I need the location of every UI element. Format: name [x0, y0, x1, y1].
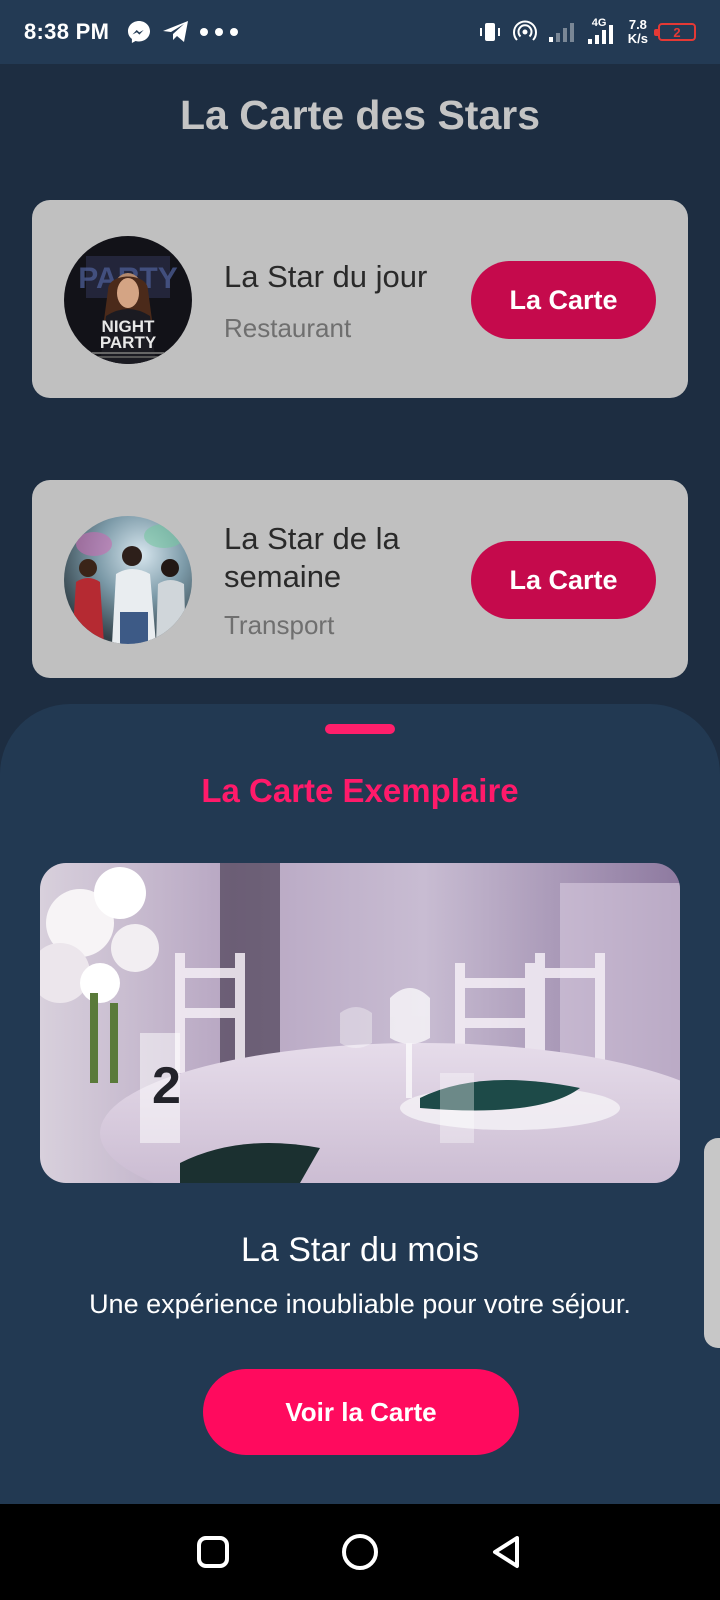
hotspot-icon [512, 20, 537, 41]
card-category: Restaurant [224, 313, 352, 343]
navigation-bar [0, 1504, 720, 1600]
dancing-crowd-avatar [64, 516, 192, 644]
net-speed-value: 7.8 [628, 17, 647, 32]
banquet-table-image: 2 [40, 863, 680, 1183]
feature-description: Une expérience inoubliable pour votre sé… [89, 1289, 631, 1319]
la-carte-button[interactable]: La Carte [471, 541, 656, 619]
home-icon[interactable] [336, 1528, 384, 1576]
signal-icon [548, 23, 574, 42]
bottom-sheet: La Carte Exemplaire 2 La Star du mois Un… [0, 704, 720, 1504]
status-bar: 8:38 PM 4G 7.8 K/s 2 [0, 0, 720, 64]
back-icon[interactable] [483, 1528, 531, 1576]
card-category: Transport [224, 610, 335, 640]
vibrate-icon [479, 23, 500, 41]
net-speed-unit: K/s [627, 31, 648, 46]
side-scroll-handle[interactable] [704, 1138, 720, 1348]
more-dots-icon [200, 28, 239, 36]
messenger-icon [128, 21, 151, 43]
recent-apps-icon[interactable] [189, 1528, 237, 1576]
network-speed: 7.8 K/s [628, 18, 648, 46]
card-title: La Star du jour [224, 259, 428, 294]
sheet-drag-handle[interactable] [325, 724, 395, 734]
feature-name: La Star du mois [240, 1231, 480, 1269]
star-card-week[interactable]: La Star de la semaine Transport La Carte [32, 480, 688, 678]
night-party-avatar: PARTY NIGHT PARTY [64, 236, 192, 364]
la-carte-button[interactable]: La Carte [471, 261, 656, 339]
star-card-day[interactable]: PARTY NIGHT PARTY La Star du jour Restau… [32, 200, 688, 398]
battery-icon: 2 [654, 23, 696, 41]
page-title: La Carte des Stars [179, 92, 541, 138]
voir-la-carte-button[interactable]: Voir la Carte [203, 1369, 519, 1455]
sheet-title: La Carte Exemplaire [201, 772, 519, 809]
telegram-icon [163, 21, 189, 42]
svg-text:PARTY: PARTY [100, 333, 157, 352]
battery-level: 2 [673, 24, 681, 40]
status-time: 8:38 PM [24, 19, 110, 44]
svg-text:2: 2 [152, 1057, 181, 1115]
system-icons: 4G 7.8 K/s 2 [478, 17, 696, 46]
notification-icons [125, 18, 239, 46]
signal-4g-icon: 4G [586, 17, 618, 45]
card-title: La Star de la semaine [224, 521, 400, 594]
